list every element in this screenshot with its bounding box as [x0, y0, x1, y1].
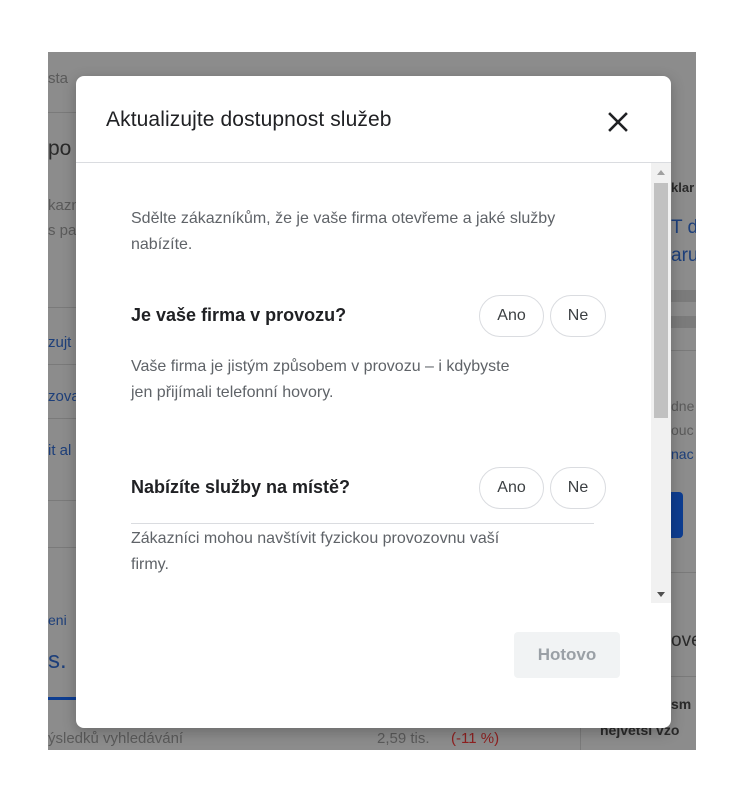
question-in-operation: Je vaše firma v provozu?: [131, 305, 347, 325]
description-on-site: Zákazníci mohou navštívit fyzickou provo…: [131, 530, 500, 573]
bg-divider: [48, 547, 78, 548]
bg-fragment: aru: [671, 245, 696, 266]
bg-divider: [48, 364, 78, 365]
done-button[interactable]: Hotovo: [514, 632, 620, 678]
bg-fragment: T d: [671, 217, 696, 238]
bg-divider: [48, 418, 78, 419]
bg-top-fragment: sta: [48, 70, 69, 87]
bg-fragment: s pa: [48, 222, 77, 239]
bg-big-fragment: s.: [48, 647, 67, 674]
bg-fragment: dne: [671, 398, 695, 414]
bg-heading-fragment: po: [48, 137, 72, 160]
bg-divider: [48, 307, 78, 308]
bg-fragment: eni: [48, 612, 67, 628]
yes-button-on-site[interactable]: Ano: [479, 467, 544, 509]
scroll-up-arrow-icon[interactable]: [651, 163, 671, 181]
bg-divider: [48, 112, 78, 113]
dialog-body[interactable]: Sdělte zákazníkům, že je vaše firma otev…: [76, 163, 651, 603]
bg-fragment: sm: [671, 696, 692, 712]
bg-fragment: ove: [671, 630, 696, 651]
bg-fragment: it al: [48, 442, 72, 459]
bg-placeholder-bar: [671, 316, 696, 328]
intro-text: Sdělte zákazníkům, že je vaše firma otev…: [131, 210, 556, 253]
bg-footer-value: 2,59 tis.: [377, 730, 430, 747]
bg-tab-underline: [48, 697, 76, 700]
bg-footer-left: ýsledků vyhledávání: [48, 730, 184, 747]
bg-divider: [48, 500, 78, 501]
bg-fragment: ouc: [671, 422, 694, 438]
no-button-in-operation[interactable]: Ne: [550, 295, 606, 337]
question-on-site-services: Nabízíte služby na místě?: [131, 477, 351, 497]
bg-fragment: zujt: [48, 334, 72, 351]
bg-fragment: kazn: [48, 197, 80, 214]
bg-divider: [671, 350, 696, 351]
scroll-down-arrow-icon[interactable]: [651, 585, 671, 603]
no-button-on-site[interactable]: Ne: [550, 467, 606, 509]
dialog-title: Aktualizujte dostupnost služeb: [106, 108, 392, 131]
close-button[interactable]: [600, 104, 636, 140]
scroll-thumb[interactable]: [654, 183, 668, 418]
bg-footer-change: (-11 %): [451, 730, 500, 747]
bg-fragment: klar: [671, 180, 695, 195]
bg-fragment: zova: [48, 388, 80, 405]
section-divider: [131, 523, 594, 524]
dialog-scrollbar[interactable]: [651, 163, 671, 603]
bg-placeholder-bar: [671, 290, 696, 302]
close-icon: [608, 112, 628, 132]
availability-dialog: Aktualizujte dostupnost služeb Sdělte zá…: [76, 76, 671, 728]
bg-divider: [671, 572, 696, 573]
bg-divider: [671, 676, 696, 677]
yes-button-in-operation[interactable]: Ano: [479, 295, 544, 337]
dialog-header: Aktualizujte dostupnost služeb: [76, 76, 671, 163]
bg-fragment: nac: [671, 446, 694, 462]
description-in-operation: Vaše firma je jistým způsobem v provozu …: [131, 358, 510, 401]
